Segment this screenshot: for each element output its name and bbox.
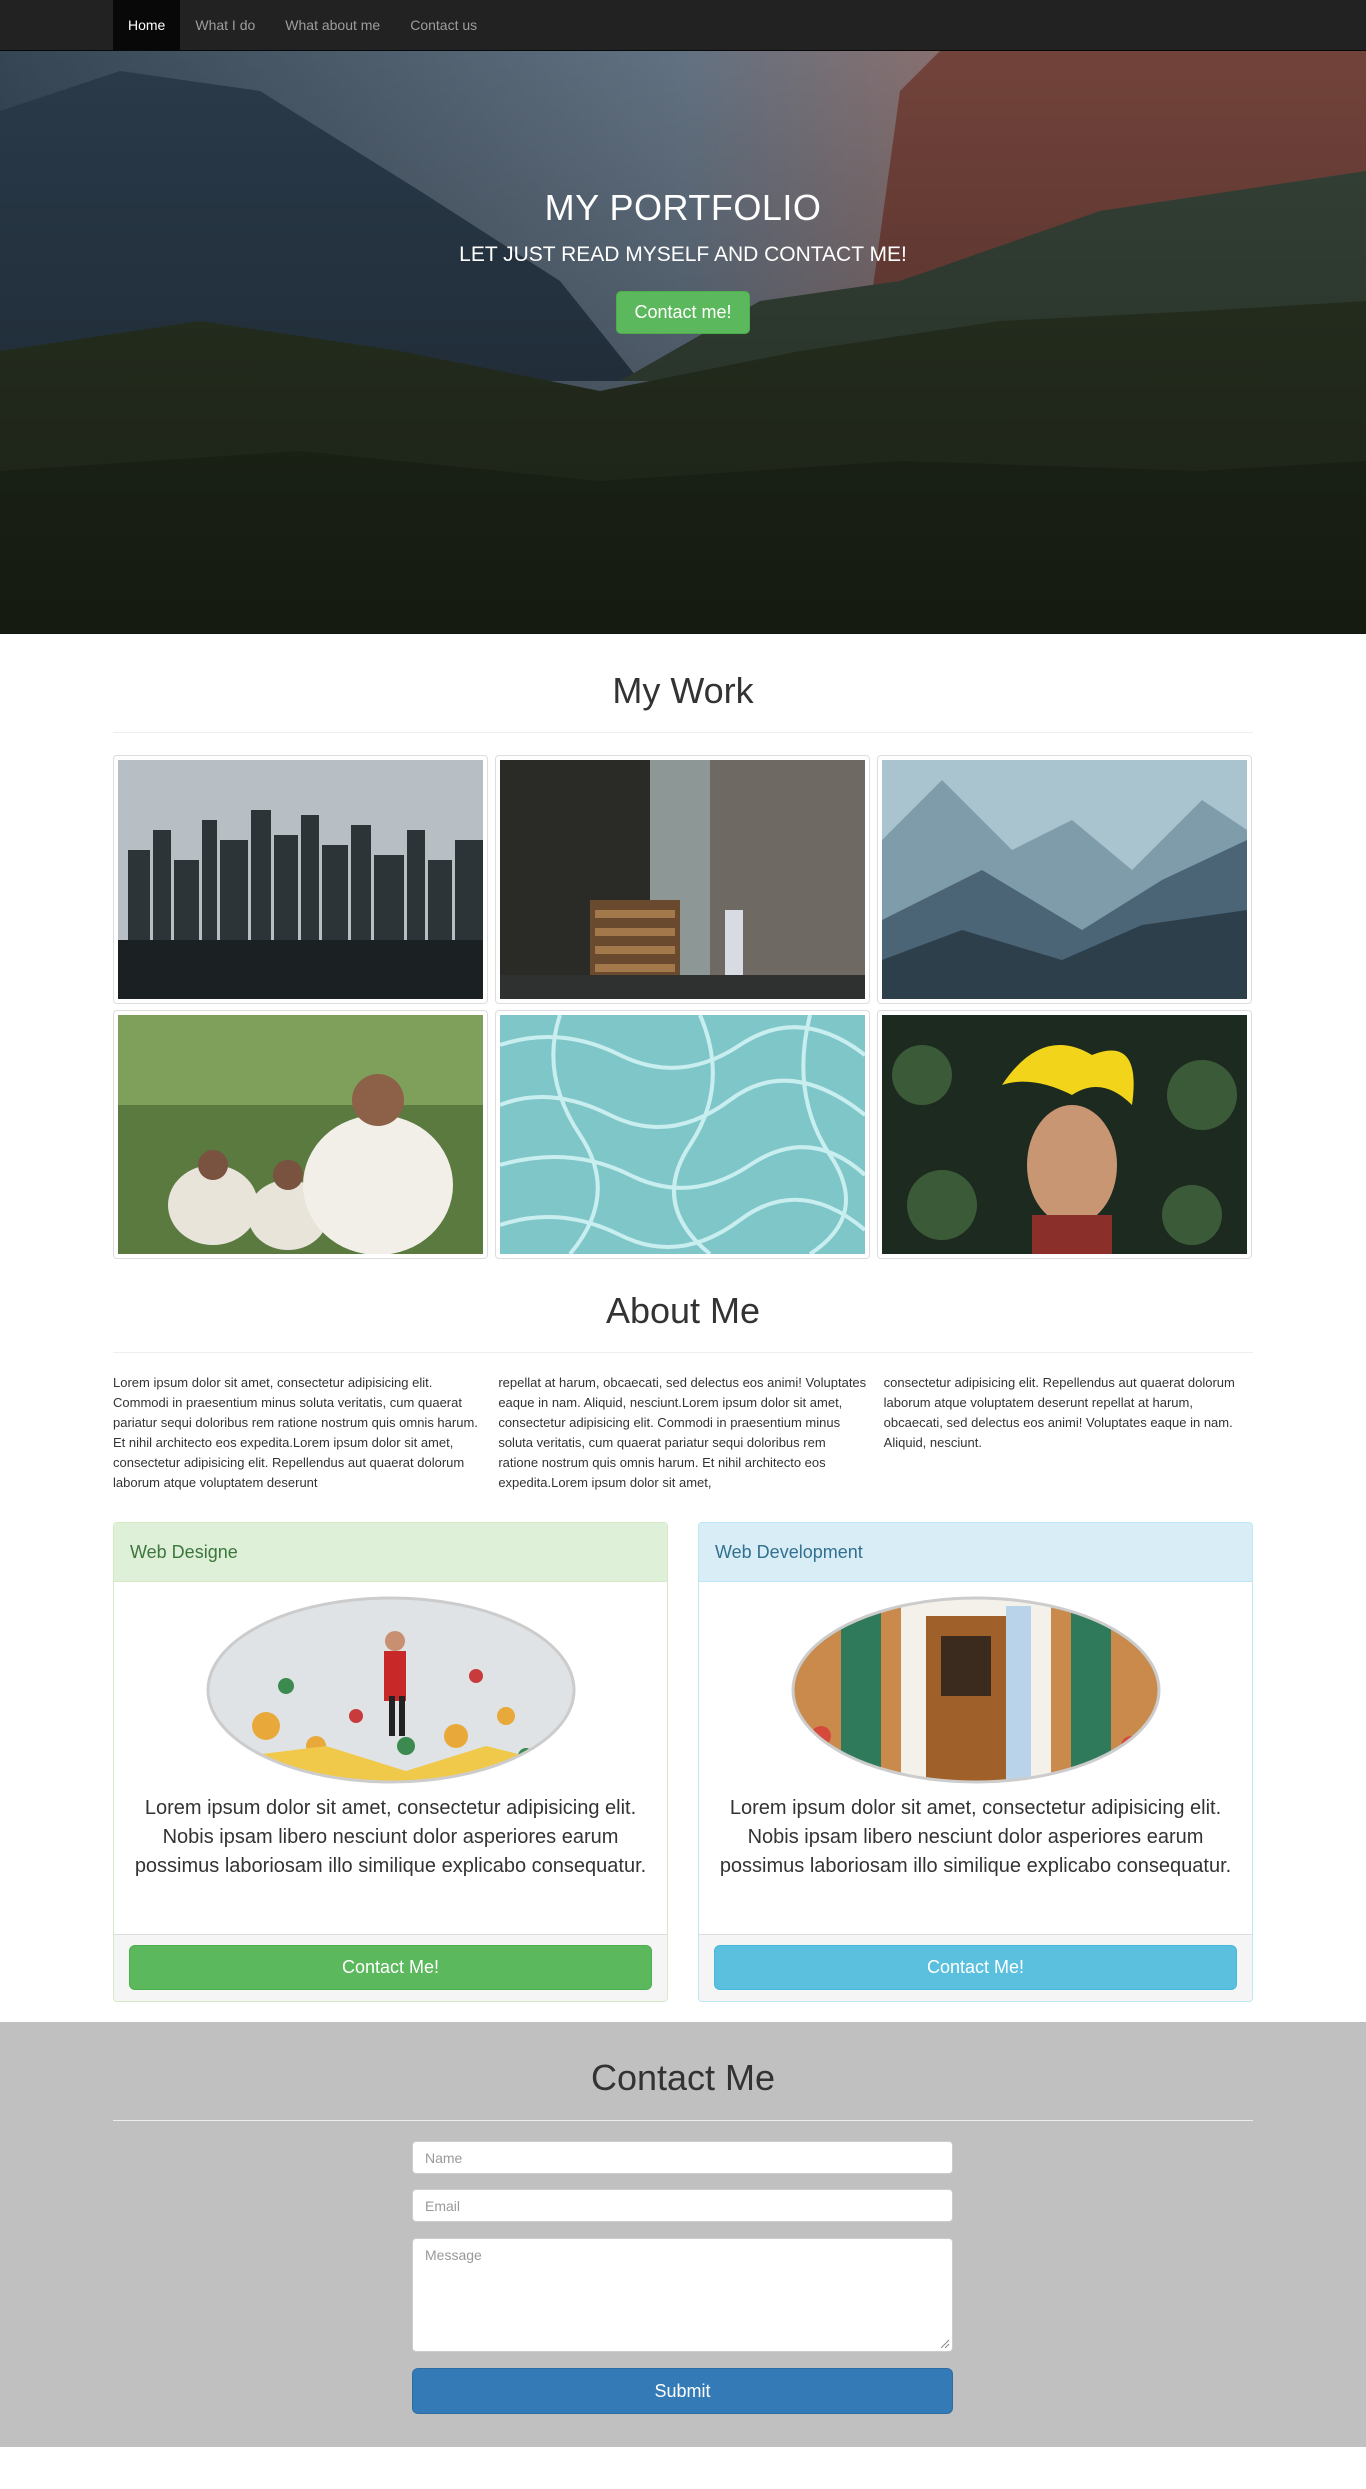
wooden-door-image [791, 1596, 1160, 1784]
nav-item-home[interactable]: Home [113, 0, 181, 50]
panel-web-design-heading: Web Designe [114, 1523, 667, 1582]
gallery-item-misty-mountains[interactable] [877, 755, 1252, 1004]
gallery-item-praying-people[interactable] [113, 1010, 488, 1259]
gallery-item-pool-water[interactable] [495, 1010, 870, 1259]
email-input[interactable]: Email [412, 2189, 953, 2222]
resize-handle-icon[interactable] [940, 2339, 950, 2349]
my-work-title: My Work [612, 670, 754, 711]
panel-web-development: Web Development Lorem ipsum dolor sit am… [698, 1522, 1253, 2002]
about-column-1: Lorem ipsum dolor sit amet, consectetur … [113, 1375, 478, 1490]
hero-banner: MY PORTFOLIO LET JUST READ MYSELF AND CO… [0, 51, 1366, 634]
about-column-3: consectetur adipisicing elit. Repellendu… [883, 1375, 1235, 1450]
hero-title: MY PORTFOLIO [544, 187, 822, 228]
message-placeholder: Message [425, 2247, 482, 2263]
email-placeholder: Email [425, 2197, 461, 2214]
hero-contact-button[interactable]: Contact me! [616, 291, 750, 334]
about-column-2: repellat at harum, obcaecati, sed delect… [498, 1375, 867, 1490]
name-input[interactable]: Name [412, 2141, 953, 2174]
climbing-wall-image [206, 1596, 575, 1784]
nav-item-what-i-do[interactable]: What I do [180, 0, 270, 50]
gallery-item-city-skyline[interactable] [113, 755, 488, 1004]
name-placeholder: Name [425, 2149, 463, 2166]
message-textarea[interactable]: Message [412, 2238, 953, 2352]
my-work-divider [113, 732, 1253, 733]
hero-subtitle: LET JUST READ MYSELF AND CONTACT ME! [459, 243, 907, 266]
panel-web-development-footer: Contact Me! [699, 1934, 1252, 2001]
nav-item-what-about-me[interactable]: What about me [270, 0, 395, 50]
panel-web-design-footer: Contact Me! [114, 1934, 667, 2001]
web-design-contact-button[interactable]: Contact Me! [129, 1945, 652, 1990]
panel-web-design-text: Lorem ipsum dolor sit amet, consectetur … [134, 1797, 647, 1877]
about-text: Lorem ipsum dolor sit amet, consectetur … [113, 1373, 1253, 1493]
hero-background-image [0, 51, 1366, 634]
about-me-divider [113, 1352, 1253, 1353]
panel-web-development-heading: Web Development [699, 1523, 1252, 1582]
panel-web-design: Web Designe Lorem ipsum dolor sit amet, … [113, 1522, 668, 2002]
work-gallery [113, 755, 1253, 1259]
praying-people-image [118, 1015, 483, 1254]
web-development-contact-button[interactable]: Contact Me! [714, 1945, 1237, 1990]
misty-mountains-image [882, 760, 1247, 999]
panel-web-development-body: Lorem ipsum dolor sit amet, consectetur … [699, 1582, 1252, 1934]
hero-content: MY PORTFOLIO LET JUST READ MYSELF AND CO… [0, 187, 1366, 334]
pool-water-image [500, 1015, 865, 1254]
contact-me-divider [113, 2120, 1253, 2121]
girl-yellow-headdress-image [882, 1015, 1247, 1254]
nav-item-contact-us[interactable]: Contact us [395, 0, 492, 50]
bookstore-street-image [500, 760, 865, 999]
navbar: Home What I do What about me Contact us [0, 0, 1366, 51]
about-me-title: About Me [605, 1290, 761, 1331]
gallery-item-bookstore-street[interactable] [495, 755, 870, 1004]
contact-me-title: Contact Me [590, 2057, 776, 2098]
panel-web-design-body: Lorem ipsum dolor sit amet, consectetur … [114, 1582, 667, 1934]
gallery-item-girl-yellow-headdress[interactable] [877, 1010, 1252, 1259]
submit-button[interactable]: Submit [412, 2368, 953, 2414]
nav-list: Home What I do What about me Contact us [113, 0, 492, 50]
panel-web-development-text: Lorem ipsum dolor sit amet, consectetur … [719, 1797, 1232, 1877]
city-skyline-image [118, 760, 483, 999]
